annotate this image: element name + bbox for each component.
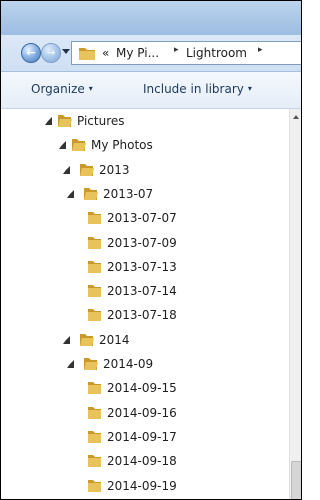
tree-item-label: 2014-09 [103,357,154,371]
tree-item-label: 2013-07-18 [107,308,177,323]
tree-item-label: 2013 [99,162,130,177]
navigation-tree: Pictures My Photos 2013 2013-07 2013-07-07 20… [1,109,289,499]
include-label: Include in library [143,82,244,96]
triangle-expanded-icon[interactable] [45,117,52,125]
include-in-library-button[interactable]: Include in library ▾ [143,82,252,96]
tree-item[interactable]: 2013-07-13 [1,257,289,277]
tree-item[interactable]: 2013-07-14 [1,281,289,301]
tree-item-label: 2014-09-17 [107,429,177,444]
tree-item-label: 2013-07-09 [107,235,177,250]
organize-label: Organize [31,82,85,96]
tree-item-label: 2013-07-13 [107,259,177,274]
tree-item-label: 2014-09-15 [107,381,177,396]
triangle-expanded-icon[interactable] [59,141,66,150]
folder-icon [72,139,86,152]
arrow-right-icon: → [46,46,56,59]
tree-item[interactable]: 2014-09-17 [1,427,289,447]
tree-item-label: 2013-07-14 [107,284,177,299]
folder-icon [88,260,101,273]
chevron-right-icon[interactable]: ▸ [174,45,179,55]
title-bar [1,1,301,35]
tree-item[interactable]: 2013-07 [1,184,289,204]
folder-icon [88,309,101,322]
tree-item[interactable]: 2014-09-18 [1,451,289,471]
command-bar: Organize ▾ Include in library ▾ [1,72,301,109]
folder-icon [88,382,101,395]
tree-item-label: My Photos [91,138,153,153]
navigation-bar: ← → « My Pi... ▸ Lightroom ▸ [1,35,301,72]
tree-item[interactable]: My Photos [1,135,289,155]
scroll-thumb[interactable] [291,461,301,499]
tree-item[interactable]: 2013-07-07 [1,208,289,228]
folder-icon [80,333,94,346]
back-button[interactable]: ← [21,43,41,63]
folder-icon [88,455,101,468]
folder-icon [58,115,72,127]
tree-item[interactable]: 2013 [1,160,289,180]
arrow-left-icon: ← [26,46,36,59]
folder-icon [88,430,101,443]
tree-item-label: 2014-09-19 [107,478,177,493]
triangle-expanded-icon[interactable] [67,189,74,198]
folder-icon [79,48,95,60]
scroll-up-icon[interactable] [293,115,299,119]
tree-item-label: 2014-09-16 [107,405,177,420]
breadcrumb-lightroom[interactable]: Lightroom [186,46,247,60]
tree-item[interactable]: 2014-09-19 [1,476,289,496]
tree-item-label: 2014-09-18 [107,454,177,469]
dropdown-arrow-icon: ▾ [88,84,93,93]
tree-item[interactable]: 2014 [1,330,289,350]
tree-item[interactable]: 2013-07-18 [1,305,289,325]
tree-item-label: 2014 [99,332,130,347]
folder-icon [88,236,101,249]
address-overflow[interactable]: « [102,46,109,60]
folder-icon [80,163,94,176]
tree-item-label: Pictures [77,114,125,128]
organize-button[interactable]: Organize ▾ [31,82,93,96]
breadcrumb-my-pictures[interactable]: My Pi... [116,46,159,60]
tree-item[interactable]: 2014-09-16 [1,403,289,423]
tree-item-label: 2013-07 [103,186,154,201]
forward-button[interactable]: → [41,43,61,63]
tree-item[interactable]: 2014-09-15 [1,378,289,398]
folder-icon [88,479,101,492]
tree-item[interactable]: 2014-09 [1,354,289,374]
tree-item[interactable]: Pictures [1,111,289,131]
folder-icon [84,187,98,200]
tree-item[interactable]: 2013-07-09 [1,233,289,253]
folder-icon [88,285,101,298]
triangle-expanded-icon[interactable] [67,360,74,368]
vertical-scrollbar[interactable] [289,109,301,499]
explorer-window: ← → « My Pi... ▸ Lightroom ▸ Organize ▾ I… [0,0,302,500]
triangle-expanded-icon[interactable] [63,165,70,174]
dropdown-arrow-icon: ▾ [247,84,252,93]
chevron-right-icon[interactable]: ▸ [258,45,263,55]
tree-item-label: 2013-07-07 [107,211,177,226]
recent-pages-dropdown[interactable] [62,49,70,54]
folder-icon [88,406,101,419]
folder-icon [88,212,101,225]
address-bar[interactable]: « My Pi... ▸ Lightroom ▸ [71,41,301,65]
triangle-expanded-icon[interactable] [63,335,70,344]
folder-icon [84,358,98,370]
